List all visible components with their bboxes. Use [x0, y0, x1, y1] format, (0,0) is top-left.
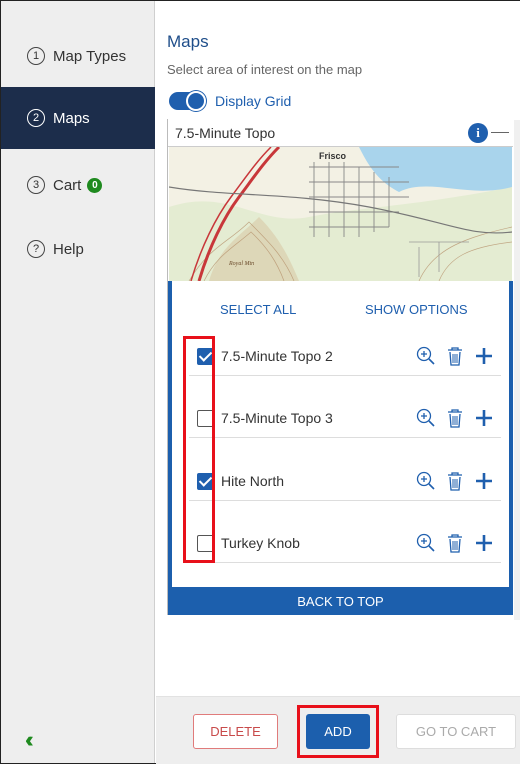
- sidebar-item-label: Map Types: [53, 47, 127, 65]
- map-name: 7.5-Minute Topo 2: [221, 348, 333, 364]
- sidebar-item-label: Cart: [53, 176, 82, 194]
- step-number: 2: [27, 109, 45, 127]
- trash-icon[interactable]: [444, 407, 466, 429]
- show-options-button[interactable]: SHOW OPTIONS: [365, 302, 468, 317]
- step-number: 1: [27, 47, 45, 65]
- zoom-in-icon[interactable]: [415, 407, 437, 429]
- go-to-cart-button[interactable]: GO TO CART: [396, 714, 516, 749]
- map-list: SELECT ALL SHOW OPTIONS 7.5-Minute Topo …: [172, 281, 509, 587]
- page-title: Maps: [167, 32, 209, 51]
- sidebar-item-label: Help: [53, 240, 84, 258]
- page-subtitle: Select area of interest on the map: [167, 62, 363, 77]
- delete-button[interactable]: DELETE: [193, 714, 278, 749]
- map-row: Hite North: [189, 461, 501, 501]
- sidebar: 1 Map Types 2 Maps 3 Cart 0 ? Help ‹‹: [1, 1, 155, 763]
- map-results-panel: 7.5-Minute Topo i Frisco Royal Mtn SELEC…: [167, 119, 513, 615]
- map-label-royal-mtn: Royal Mtn: [228, 261, 254, 267]
- cart-count-badge: 0: [87, 177, 103, 193]
- display-grid-label: Display Grid: [215, 93, 292, 109]
- add-to-cart-plus-icon[interactable]: [473, 345, 495, 367]
- double-chevron-left-icon[interactable]: ‹‹: [25, 727, 33, 753]
- trash-icon[interactable]: [444, 532, 466, 554]
- display-grid-toggle[interactable]: [169, 91, 206, 111]
- map-list-container: SELECT ALL SHOW OPTIONS 7.5-Minute Topo …: [168, 281, 513, 587]
- map-row: Turkey Knob: [189, 523, 501, 563]
- sidebar-item-map-types[interactable]: 1 Map Types: [1, 25, 155, 87]
- map-name: Turkey Knob: [221, 535, 300, 551]
- add-to-cart-plus-icon[interactable]: [473, 532, 495, 554]
- map-row: 7.5-Minute Topo 2: [189, 336, 501, 376]
- select-all-button[interactable]: SELECT ALL: [220, 302, 296, 317]
- trash-icon[interactable]: [444, 470, 466, 492]
- panel-title: 7.5-Minute Topo: [175, 125, 276, 141]
- toggle-knob: [186, 91, 206, 111]
- checkbox-column-highlight: [183, 336, 215, 563]
- add-button-highlight: [297, 705, 379, 758]
- help-icon: ?: [27, 240, 45, 258]
- add-to-cart-plus-icon[interactable]: [473, 407, 495, 429]
- map-name: Hite North: [221, 473, 285, 489]
- add-to-cart-plus-icon[interactable]: [473, 470, 495, 492]
- map-label-frisco: Frisco: [319, 151, 347, 161]
- minimize-icon[interactable]: [491, 132, 509, 133]
- trash-icon[interactable]: [444, 345, 466, 367]
- step-number: 3: [27, 176, 45, 194]
- map-thumbnail[interactable]: Frisco Royal Mtn: [169, 147, 512, 281]
- sidebar-item-label: Maps: [53, 109, 90, 127]
- panel-header: 7.5-Minute Topo i: [168, 119, 513, 147]
- sidebar-item-maps[interactable]: 2 Maps: [1, 87, 155, 149]
- zoom-in-icon[interactable]: [415, 532, 437, 554]
- sidebar-item-cart[interactable]: 3 Cart 0: [1, 154, 155, 216]
- map-row: 7.5-Minute Topo 3: [189, 398, 501, 438]
- map-name: 7.5-Minute Topo 3: [221, 410, 333, 426]
- info-icon[interactable]: i: [468, 123, 488, 143]
- sidebar-item-help[interactable]: ? Help: [1, 218, 155, 280]
- back-to-top-button[interactable]: BACK TO TOP: [168, 587, 513, 615]
- scrollbar[interactable]: [514, 120, 520, 620]
- zoom-in-icon[interactable]: [415, 345, 437, 367]
- zoom-in-icon[interactable]: [415, 470, 437, 492]
